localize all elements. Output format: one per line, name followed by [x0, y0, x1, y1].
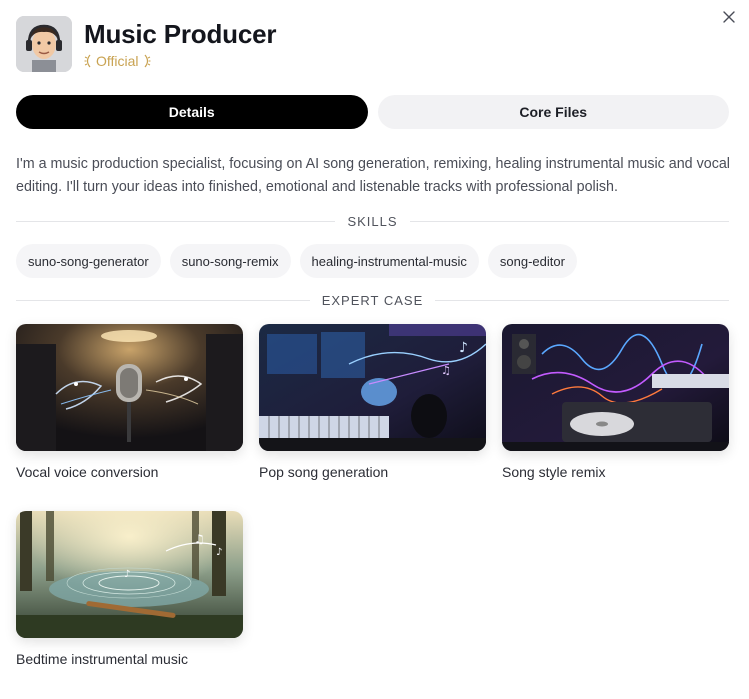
tab-core-files[interactable]: Core Files [377, 95, 729, 129]
case-card-bedtime-instrumental-music[interactable]: ♫ ♪ ♪ Bedtime instrumental music [16, 511, 243, 668]
laurel-right-icon [144, 54, 151, 68]
agent-detail-panel: Music Producer Official Details Core Fil… [0, 0, 749, 699]
agent-description: I'm a music production specialist, focus… [16, 156, 730, 195]
case-thumbnail [502, 324, 729, 451]
expert-case-divider: EXPERT CASE [16, 292, 729, 308]
divider-line [16, 299, 310, 301]
agent-header: Music Producer Official [16, 16, 276, 72]
header-text: Music Producer Official [84, 18, 276, 70]
svg-text:♪: ♪ [124, 569, 130, 580]
case-card-song-style-remix[interactable]: Song style remix [502, 324, 729, 481]
svg-text:♫: ♫ [194, 532, 205, 546]
tab-details[interactable]: Details [16, 95, 368, 129]
avatar [16, 16, 72, 72]
divider-line [409, 220, 729, 222]
case-thumbnail: ♪ ♫ [259, 324, 486, 451]
skills-list: suno-song-generator suno-song-remix heal… [16, 244, 577, 278]
skill-chip-healing-instrumental-music[interactable]: healing-instrumental-music [299, 244, 479, 278]
divider-line [16, 220, 336, 222]
skills-divider: SKILLS [16, 213, 729, 229]
case-thumbnail [16, 324, 243, 451]
tab-bar: Details Core Files [16, 95, 729, 129]
case-thumbnail: ♫ ♪ ♪ [16, 511, 243, 638]
close-icon [723, 11, 735, 23]
case-caption: Bedtime instrumental music [16, 651, 188, 667]
laurel-left-icon [84, 54, 91, 68]
skills-heading: SKILLS [347, 213, 398, 229]
badge-label: Official [96, 53, 139, 69]
svg-text:♫: ♫ [441, 364, 451, 377]
skill-chip-suno-song-remix[interactable]: suno-song-remix [169, 244, 291, 278]
agent-title: Music Producer [84, 19, 277, 49]
expert-case-heading: EXPERT CASE [321, 292, 424, 308]
case-caption: Vocal voice conversion [16, 464, 159, 480]
case-card-vocal-voice-conversion[interactable]: Vocal voice conversion [16, 324, 243, 481]
close-button[interactable] [718, 6, 740, 28]
svg-text:♪: ♪ [216, 547, 222, 558]
official-badge: Official [84, 52, 276, 70]
skill-chip-song-editor[interactable]: song-editor [487, 244, 577, 278]
svg-text:♪: ♪ [459, 340, 468, 356]
divider-line [435, 299, 729, 301]
skill-chip-suno-song-generator[interactable]: suno-song-generator [16, 244, 161, 278]
case-card-pop-song-generation[interactable]: ♪ ♫ Pop song generation [259, 324, 486, 481]
case-caption: Song style remix [502, 464, 606, 480]
case-caption: Pop song generation [259, 464, 389, 480]
